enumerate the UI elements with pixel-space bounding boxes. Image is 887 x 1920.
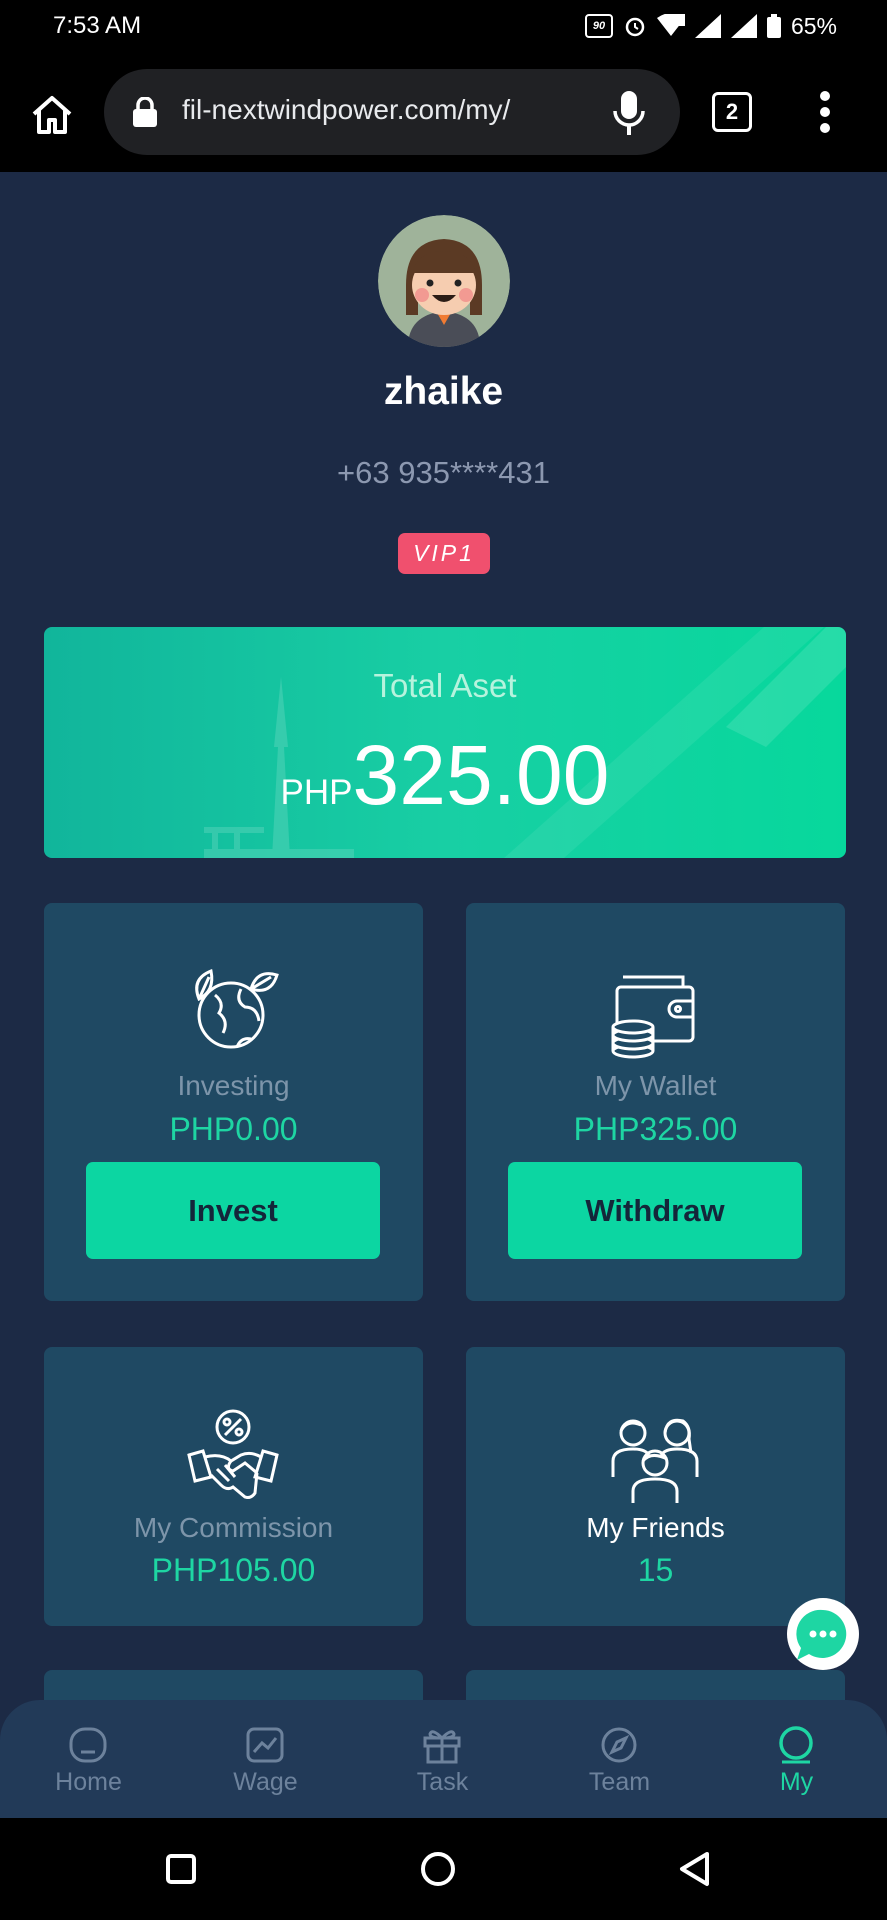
microphone-icon[interactable] [612, 89, 646, 137]
home-circle-icon[interactable] [420, 1851, 456, 1887]
wallet-label: My Wallet [594, 1070, 717, 1101]
nav-item-my[interactable]: My [708, 1700, 885, 1818]
total-asset-card: Total Aset PHP325.00 [44, 627, 846, 858]
lock-icon [133, 97, 157, 127]
handshake-percent-icon [187, 1409, 279, 1499]
vip-badge: VIP1 [398, 533, 490, 574]
nav-label: Task [416, 1768, 469, 1796]
status-bar: 7:53 AM 90 65% [0, 0, 887, 52]
home-icon[interactable] [28, 90, 76, 138]
wifi-icon [656, 14, 685, 36]
chart-icon [246, 1727, 284, 1763]
tabs-button[interactable]: 2 [712, 92, 752, 132]
browser-toolbar: fil-nextwindpower.com/my/ 2 [0, 52, 887, 172]
recents-icon[interactable] [165, 1853, 197, 1885]
investing-value: PHP0.00 [169, 1111, 298, 1147]
total-asset-value: PHP325.00 [44, 727, 846, 824]
nav-label: Home [55, 1768, 122, 1796]
status-time: 7:53 AM [53, 12, 142, 39]
phone-number: +63 935****431 [337, 455, 550, 490]
total-asset-amount: 325.00 [352, 728, 610, 822]
commission-label: My Commission [133, 1512, 334, 1543]
chat-support-button[interactable] [787, 1598, 859, 1670]
wallet-value: PHP325.00 [573, 1111, 738, 1147]
friends-group-icon [611, 1418, 699, 1503]
nav-item-team[interactable]: Team [531, 1700, 708, 1818]
wallet-card: My Wallet PHP325.00 Withdraw [466, 903, 845, 1301]
username: zhaike [383, 370, 504, 413]
compass-icon [601, 1727, 637, 1763]
avatar[interactable] [378, 215, 510, 347]
address-bar[interactable]: fil-nextwindpower.com/my/ [104, 69, 680, 155]
url-text: fil-nextwindpower.com/my/ [182, 94, 511, 125]
signal-icon-2 [730, 14, 757, 38]
investing-card: Investing PHP0.00 Invest [44, 903, 423, 1301]
total-asset-label: Total Aset [373, 667, 517, 704]
alarm-icon [625, 17, 645, 37]
signal-icon [694, 14, 721, 38]
friends-count: 15 [637, 1552, 674, 1588]
nav-label: Team [588, 1768, 651, 1796]
friends-card[interactable]: My Friends 15 [466, 1347, 845, 1626]
chat-bubble-icon [789, 1600, 857, 1668]
more-menu-icon[interactable] [815, 90, 835, 134]
refresh-rate-icon: 90 [584, 14, 613, 38]
commission-value: PHP105.00 [151, 1552, 316, 1588]
battery-icon [766, 14, 781, 38]
commission-card[interactable]: My Commission PHP105.00 [44, 1347, 423, 1626]
nav-label: Wage [233, 1768, 298, 1796]
friends-label: My Friends [586, 1512, 725, 1543]
home-icon [69, 1727, 107, 1763]
status-icons: 90 65% [584, 12, 837, 40]
nav-item-task[interactable]: Task [354, 1700, 531, 1818]
nav-label: My [779, 1768, 814, 1796]
battery-percent: 65% [790, 12, 837, 39]
wallet-coins-icon [611, 975, 695, 1059]
bottom-nav: Home Wage Task Team My [0, 1700, 887, 1818]
investing-label: Investing [177, 1070, 290, 1101]
invest-button[interactable]: Invest [86, 1162, 380, 1259]
currency-prefix: PHP [280, 773, 353, 812]
nav-item-wage[interactable]: Wage [177, 1700, 354, 1818]
globe-leaf-icon [195, 968, 279, 1049]
withdraw-button[interactable]: Withdraw [508, 1162, 802, 1259]
gift-icon [423, 1730, 461, 1764]
system-navigation-bar [0, 1818, 887, 1920]
user-circle-icon [779, 1726, 813, 1764]
nav-item-home[interactable]: Home [0, 1700, 177, 1818]
back-icon[interactable] [677, 1851, 711, 1887]
